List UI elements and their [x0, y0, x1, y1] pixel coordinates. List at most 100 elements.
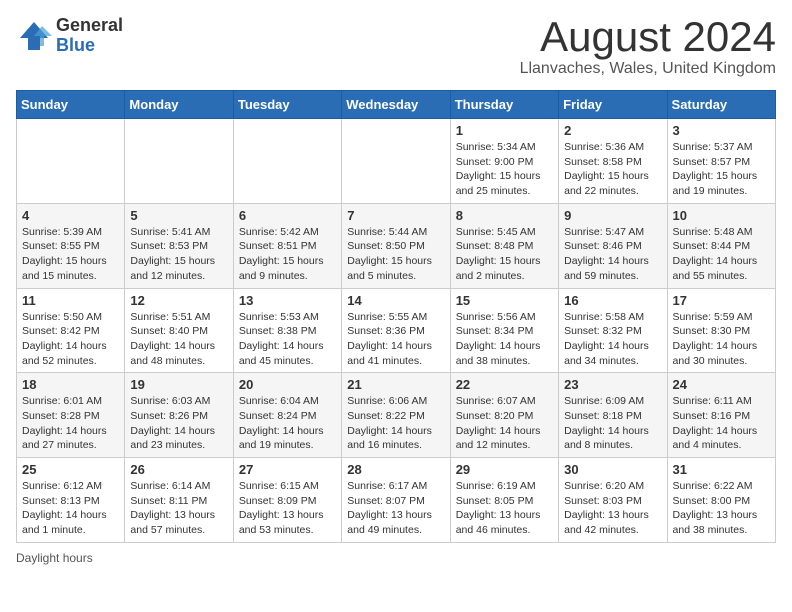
- day-number: 24: [673, 377, 770, 392]
- day-info: Sunrise: 5:48 AM Sunset: 8:44 PM Dayligh…: [673, 225, 770, 284]
- calendar-cell: [233, 119, 341, 204]
- day-number: 9: [564, 208, 661, 223]
- title-area: August 2024 Llanvaches, Wales, United Ki…: [520, 16, 776, 78]
- day-info: Sunrise: 5:44 AM Sunset: 8:50 PM Dayligh…: [347, 225, 444, 284]
- calendar-cell: 16 Sunrise: 5:58 AM Sunset: 8:32 PM Dayli…: [559, 288, 667, 373]
- calendar-cell: [342, 119, 450, 204]
- calendar-cell: 20 Sunrise: 6:04 AM Sunset: 8:24 PM Dayli…: [233, 373, 341, 458]
- weekday-header-tuesday: Tuesday: [233, 91, 341, 119]
- header: General Blue August 2024 Llanvaches, Wal…: [16, 16, 776, 78]
- weekday-header-sunday: Sunday: [17, 91, 125, 119]
- calendar-cell: 10 Sunrise: 5:48 AM Sunset: 8:44 PM Dayli…: [667, 203, 775, 288]
- day-info: Sunrise: 6:15 AM Sunset: 8:09 PM Dayligh…: [239, 479, 336, 538]
- calendar-cell: 6 Sunrise: 5:42 AM Sunset: 8:51 PM Daylig…: [233, 203, 341, 288]
- day-number: 31: [673, 462, 770, 477]
- calendar-cell: 29 Sunrise: 6:19 AM Sunset: 8:05 PM Dayli…: [450, 458, 558, 543]
- day-number: 15: [456, 293, 553, 308]
- daylight-label: Daylight hours: [16, 551, 93, 565]
- day-info: Sunrise: 5:34 AM Sunset: 9:00 PM Dayligh…: [456, 140, 553, 199]
- day-number: 5: [130, 208, 227, 223]
- calendar-cell: 22 Sunrise: 6:07 AM Sunset: 8:20 PM Dayli…: [450, 373, 558, 458]
- day-info: Sunrise: 6:19 AM Sunset: 8:05 PM Dayligh…: [456, 479, 553, 538]
- calendar-week-3: 11Sunrise: 5:50 AM Sunset: 8:42 PM Dayli…: [17, 288, 776, 373]
- day-number: 7: [347, 208, 444, 223]
- day-info: Sunrise: 6:17 AM Sunset: 8:07 PM Dayligh…: [347, 479, 444, 538]
- calendar-cell: 1 Sunrise: 5:34 AM Sunset: 9:00 PM Daylig…: [450, 119, 558, 204]
- day-number: 8: [456, 208, 553, 223]
- day-info: Sunrise: 5:59 AM Sunset: 8:30 PM Dayligh…: [673, 310, 770, 369]
- calendar-cell: 7 Sunrise: 5:44 AM Sunset: 8:50 PM Daylig…: [342, 203, 450, 288]
- day-info: Sunrise: 6:14 AM Sunset: 8:11 PM Dayligh…: [130, 479, 227, 538]
- day-info: Sunrise: 6:03 AM Sunset: 8:26 PM Dayligh…: [130, 394, 227, 453]
- day-number: 28: [347, 462, 444, 477]
- day-info: Sunrise: 5:42 AM Sunset: 8:51 PM Dayligh…: [239, 225, 336, 284]
- calendar-cell: 5 Sunrise: 5:41 AM Sunset: 8:53 PM Daylig…: [125, 203, 233, 288]
- day-number: 29: [456, 462, 553, 477]
- day-info: Sunrise: 5:51 AM Sunset: 8:40 PM Dayligh…: [130, 310, 227, 369]
- calendar-cell: 11Sunrise: 5:50 AM Sunset: 8:42 PM Dayli…: [17, 288, 125, 373]
- calendar-cell: 23Sunrise: 6:09 AM Sunset: 8:18 PM Dayli…: [559, 373, 667, 458]
- weekday-header-saturday: Saturday: [667, 91, 775, 119]
- day-info: Sunrise: 6:11 AM Sunset: 8:16 PM Dayligh…: [673, 394, 770, 453]
- day-info: Sunrise: 6:22 AM Sunset: 8:00 PM Dayligh…: [673, 479, 770, 538]
- day-number: 18: [22, 377, 119, 392]
- day-info: Sunrise: 5:37 AM Sunset: 8:57 PM Dayligh…: [673, 140, 770, 199]
- day-number: 4: [22, 208, 119, 223]
- day-info: Sunrise: 5:45 AM Sunset: 8:48 PM Dayligh…: [456, 225, 553, 284]
- calendar-cell: 3 Sunrise: 5:37 AM Sunset: 8:57 PM Daylig…: [667, 119, 775, 204]
- calendar-week-2: 4Sunrise: 5:39 AM Sunset: 8:55 PM Daylig…: [17, 203, 776, 288]
- logo-general-text: General: [56, 16, 123, 36]
- day-number: 30: [564, 462, 661, 477]
- calendar-cell: 9 Sunrise: 5:47 AM Sunset: 8:46 PM Daylig…: [559, 203, 667, 288]
- calendar-cell: 12 Sunrise: 5:51 AM Sunset: 8:40 PM Dayli…: [125, 288, 233, 373]
- logo-icon: [16, 18, 52, 54]
- day-number: 27: [239, 462, 336, 477]
- calendar-week-4: 18 Sunrise: 6:01 AM Sunset: 8:28 PM Dayli…: [17, 373, 776, 458]
- calendar-cell: [17, 119, 125, 204]
- calendar-cell: 25Sunrise: 6:12 AM Sunset: 8:13 PM Dayli…: [17, 458, 125, 543]
- day-info: Sunrise: 5:58 AM Sunset: 8:32 PM Dayligh…: [564, 310, 661, 369]
- day-number: 6: [239, 208, 336, 223]
- day-info: Sunrise: 6:06 AM Sunset: 8:22 PM Dayligh…: [347, 394, 444, 453]
- calendar-cell: [125, 119, 233, 204]
- day-info: Sunrise: 6:09 AM Sunset: 8:18 PM Dayligh…: [564, 394, 661, 453]
- calendar-cell: 14Sunrise: 5:55 AM Sunset: 8:36 PM Dayli…: [342, 288, 450, 373]
- day-number: 10: [673, 208, 770, 223]
- weekday-header-row: SundayMondayTuesdayWednesdayThursdayFrid…: [17, 91, 776, 119]
- weekday-header-monday: Monday: [125, 91, 233, 119]
- logo-blue-text: Blue: [56, 36, 123, 56]
- day-info: Sunrise: 6:07 AM Sunset: 8:20 PM Dayligh…: [456, 394, 553, 453]
- calendar-cell: 31 Sunrise: 6:22 AM Sunset: 8:00 PM Dayli…: [667, 458, 775, 543]
- day-number: 12: [130, 293, 227, 308]
- weekday-header-thursday: Thursday: [450, 91, 558, 119]
- day-number: 21: [347, 377, 444, 392]
- day-number: 20: [239, 377, 336, 392]
- month-title: August 2024: [520, 16, 776, 58]
- calendar-cell: 4Sunrise: 5:39 AM Sunset: 8:55 PM Daylig…: [17, 203, 125, 288]
- day-info: Sunrise: 5:47 AM Sunset: 8:46 PM Dayligh…: [564, 225, 661, 284]
- calendar-week-1: 1 Sunrise: 5:34 AM Sunset: 9:00 PM Daylig…: [17, 119, 776, 204]
- calendar-cell: 24 Sunrise: 6:11 AM Sunset: 8:16 PM Dayli…: [667, 373, 775, 458]
- day-number: 17: [673, 293, 770, 308]
- day-info: Sunrise: 5:41 AM Sunset: 8:53 PM Dayligh…: [130, 225, 227, 284]
- day-number: 11: [22, 293, 119, 308]
- calendar-cell: 27 Sunrise: 6:15 AM Sunset: 8:09 PM Dayli…: [233, 458, 341, 543]
- day-number: 2: [564, 123, 661, 138]
- weekday-header-wednesday: Wednesday: [342, 91, 450, 119]
- calendar-cell: 28 Sunrise: 6:17 AM Sunset: 8:07 PM Dayli…: [342, 458, 450, 543]
- calendar: SundayMondayTuesdayWednesdayThursdayFrid…: [16, 90, 776, 543]
- day-number: 1: [456, 123, 553, 138]
- day-info: Sunrise: 6:04 AM Sunset: 8:24 PM Dayligh…: [239, 394, 336, 453]
- calendar-cell: 15Sunrise: 5:56 AM Sunset: 8:34 PM Dayli…: [450, 288, 558, 373]
- day-info: Sunrise: 6:20 AM Sunset: 8:03 PM Dayligh…: [564, 479, 661, 538]
- calendar-cell: 21 Sunrise: 6:06 AM Sunset: 8:22 PM Dayli…: [342, 373, 450, 458]
- day-number: 16: [564, 293, 661, 308]
- day-info: Sunrise: 6:01 AM Sunset: 8:28 PM Dayligh…: [22, 394, 119, 453]
- day-number: 3: [673, 123, 770, 138]
- day-number: 13: [239, 293, 336, 308]
- day-info: Sunrise: 5:36 AM Sunset: 8:58 PM Dayligh…: [564, 140, 661, 199]
- calendar-cell: 19 Sunrise: 6:03 AM Sunset: 8:26 PM Dayli…: [125, 373, 233, 458]
- day-number: 19: [130, 377, 227, 392]
- day-number: 14: [347, 293, 444, 308]
- day-number: 22: [456, 377, 553, 392]
